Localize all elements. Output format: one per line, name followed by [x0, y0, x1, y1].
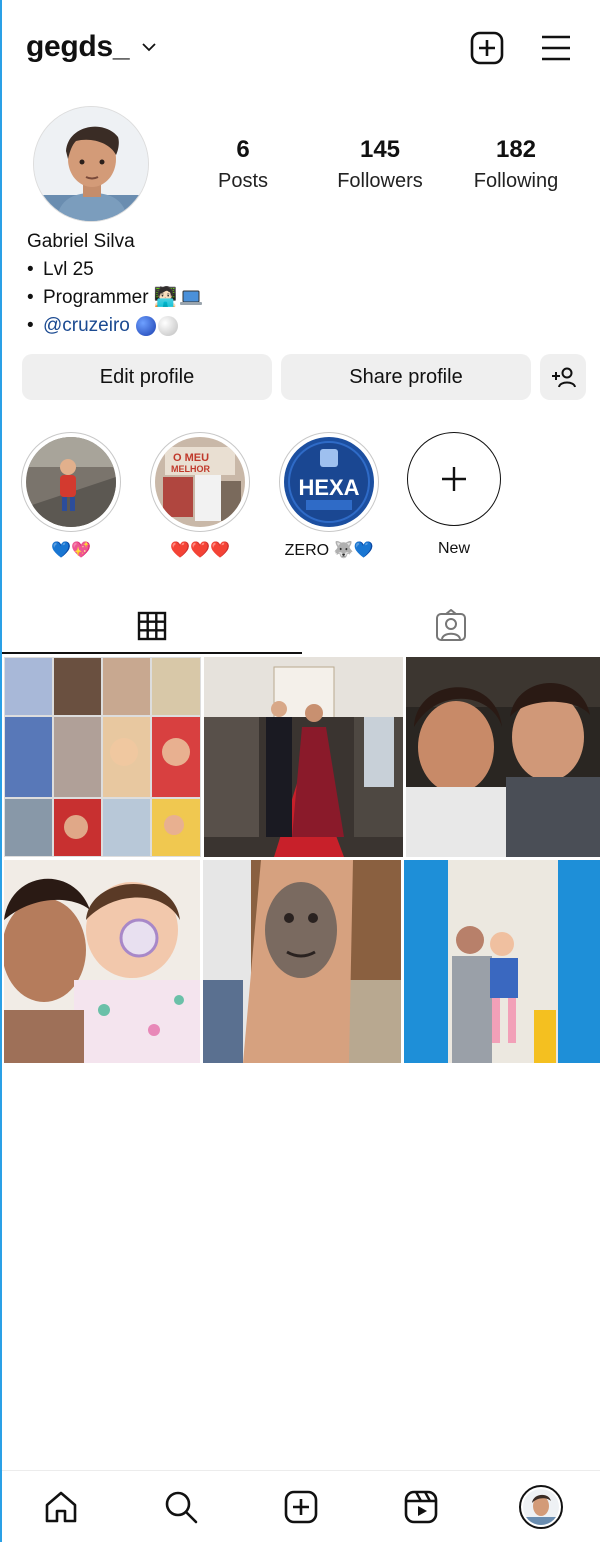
- highlight-cover: O MEU MELHOR: [155, 437, 245, 527]
- account-switcher[interactable]: gegds_: [26, 30, 157, 64]
- top-bar: gegds_: [2, 0, 600, 96]
- bio-line: • Programmer 🧑🏻‍💻: [27, 284, 587, 312]
- profile-avatar[interactable]: [33, 106, 149, 222]
- following-stat[interactable]: 182 Following: [456, 136, 576, 193]
- highlight-cover: [26, 437, 116, 527]
- highlight-label: ZERO 🐺💙: [284, 542, 374, 559]
- tab-posts-grid[interactable]: [2, 596, 302, 656]
- avatar-photo: [34, 107, 148, 221]
- post-image: [406, 657, 600, 857]
- hamburger-menu-icon[interactable]: [540, 33, 572, 63]
- post-image: [204, 657, 403, 857]
- story-highlight[interactable]: 💙💖: [21, 432, 121, 560]
- white-circle-icon: [157, 316, 178, 336]
- grid-icon: [137, 611, 167, 641]
- add-person-icon: [552, 367, 576, 388]
- share-profile-button[interactable]: Share profile: [281, 354, 531, 400]
- plus-square-icon[interactable]: [470, 31, 504, 65]
- tab-tagged[interactable]: [302, 596, 600, 656]
- svg-text:O MEU: O MEU: [173, 452, 209, 464]
- discover-people-button[interactable]: [540, 354, 586, 400]
- nav-home[interactable]: [39, 1485, 83, 1529]
- avatar-small: [523, 1489, 559, 1525]
- nav-reels[interactable]: [399, 1485, 443, 1529]
- chevron-down-icon: [142, 43, 156, 52]
- display-name: Gabriel Silva: [27, 231, 135, 252]
- post-image: [203, 860, 401, 1063]
- laptop-icon: [179, 290, 202, 305]
- plus-square-icon: [284, 1490, 318, 1524]
- followers-label: Followers: [337, 170, 423, 192]
- story-highlight[interactable]: O MEU MELHOR ❤️❤️❤️: [150, 432, 250, 560]
- posts-stat[interactable]: 6 Posts: [183, 136, 303, 193]
- post-thumbnail[interactable]: [203, 860, 401, 1063]
- post-thumbnail[interactable]: [4, 860, 200, 1063]
- new-highlight-button[interactable]: New: [404, 432, 504, 558]
- highlight-label: 💙💖: [51, 542, 91, 559]
- profile-stats: 6 Posts 145 Followers 182 Following: [172, 136, 592, 206]
- bio-line: • @cruzeiro: [27, 312, 587, 340]
- avatar: [519, 1485, 563, 1529]
- post-thumbnail[interactable]: [404, 860, 600, 1063]
- edit-profile-button[interactable]: Edit profile: [22, 354, 272, 400]
- svg-text:MELHOR: MELHOR: [171, 464, 210, 474]
- highlight-cover: HEXA: [284, 437, 374, 527]
- highlight-label: ❤️❤️❤️: [170, 542, 230, 559]
- blue-circle-icon: [135, 316, 156, 336]
- post-thumbnail[interactable]: [406, 657, 600, 857]
- username: gegds_: [26, 30, 130, 63]
- highlight-label: New: [437, 540, 470, 557]
- active-tab-indicator: [2, 652, 302, 654]
- post-thumbnail[interactable]: [4, 657, 201, 857]
- nav-profile[interactable]: [519, 1485, 563, 1529]
- post-image: [404, 860, 600, 1063]
- following-count: 182: [495, 136, 537, 163]
- reels-icon: [404, 1490, 438, 1524]
- tagged-person-icon: [436, 609, 466, 641]
- bottom-navigation: [2, 1470, 600, 1542]
- plus-icon: [442, 467, 466, 491]
- post-thumbnail[interactable]: [204, 657, 403, 857]
- home-icon: [45, 1491, 77, 1523]
- story-highlight[interactable]: HEXA ZERO 🐺💙: [279, 432, 379, 560]
- search-icon: [165, 1491, 198, 1524]
- profile-bio: Gabriel Silva • Lvl 25 • Programmer 🧑🏻‍💻…: [27, 228, 587, 340]
- post-image: [4, 860, 200, 1063]
- followers-stat[interactable]: 145 Followers: [320, 136, 440, 193]
- posts-count: 6: [236, 136, 250, 163]
- cruzeiro-link[interactable]: @cruzeiro: [43, 312, 130, 340]
- followers-count: 145: [359, 136, 401, 163]
- posts-label: Posts: [217, 170, 269, 192]
- bio-line: • Lvl 25: [27, 259, 94, 280]
- following-label: Following: [473, 170, 559, 192]
- svg-text:HEXA: HEXA: [298, 475, 359, 500]
- nav-search[interactable]: [159, 1485, 203, 1529]
- profile-tabs: [2, 596, 600, 656]
- nav-create[interactable]: [279, 1485, 323, 1529]
- post-image: [4, 657, 201, 857]
